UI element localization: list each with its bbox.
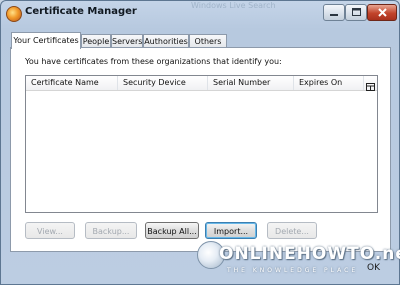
column-header-security-device[interactable]: Security Device	[118, 76, 208, 90]
view-button[interactable]: View...	[25, 222, 75, 239]
backup-all-button[interactable]: Backup All...	[145, 222, 199, 239]
minimize-button[interactable]	[323, 4, 345, 21]
watermark: ONLINEHOWTO.net THE KNOWLEDGE PLACE OK	[197, 241, 400, 283]
minimize-icon	[330, 14, 338, 16]
maximize-button[interactable]	[345, 4, 367, 21]
certificate-table[interactable]: Certificate Name Security Device Serial …	[25, 75, 378, 213]
close-button[interactable]	[367, 4, 397, 21]
column-header-expires-on[interactable]: Expires On	[294, 76, 364, 90]
column-header-serial-number[interactable]: Serial Number	[208, 76, 294, 90]
firefox-icon	[6, 6, 22, 22]
tab-servers[interactable]: Servers	[111, 34, 143, 48]
maximize-icon	[351, 8, 361, 16]
tab-others[interactable]: Others	[189, 34, 227, 48]
certificate-manager-window: Certificate Manager Windows Live Search …	[0, 0, 400, 285]
watermark-sub-text: THE KNOWLEDGE PLACE	[227, 267, 359, 274]
your-certificates-panel: You have certificates from these organiz…	[10, 47, 391, 252]
tab-your-certificates[interactable]: Your Certificates	[11, 32, 81, 49]
backup-button[interactable]: Backup...	[85, 222, 137, 239]
ok-button-fragment[interactable]: OK	[367, 263, 380, 273]
column-header-certificate-name[interactable]: Certificate Name	[26, 76, 118, 90]
intro-text: You have certificates from these organiz…	[25, 57, 282, 66]
column-picker-icon	[366, 83, 375, 91]
delete-button[interactable]: Delete...	[267, 222, 317, 239]
title-bar[interactable]: Certificate Manager Windows Live Search	[1, 1, 399, 25]
watermark-main-text: ONLINEHOWTO.net	[219, 244, 400, 264]
column-picker-button[interactable]	[364, 76, 377, 91]
close-icon	[377, 8, 387, 17]
tab-people[interactable]: People	[81, 34, 111, 48]
import-button[interactable]: Import...	[205, 222, 257, 239]
background-window-title: Windows Live Search	[191, 1, 276, 10]
window-title: Certificate Manager	[25, 6, 137, 17]
table-header: Certificate Name Security Device Serial …	[26, 76, 377, 91]
tab-authorities[interactable]: Authorities	[143, 34, 189, 48]
